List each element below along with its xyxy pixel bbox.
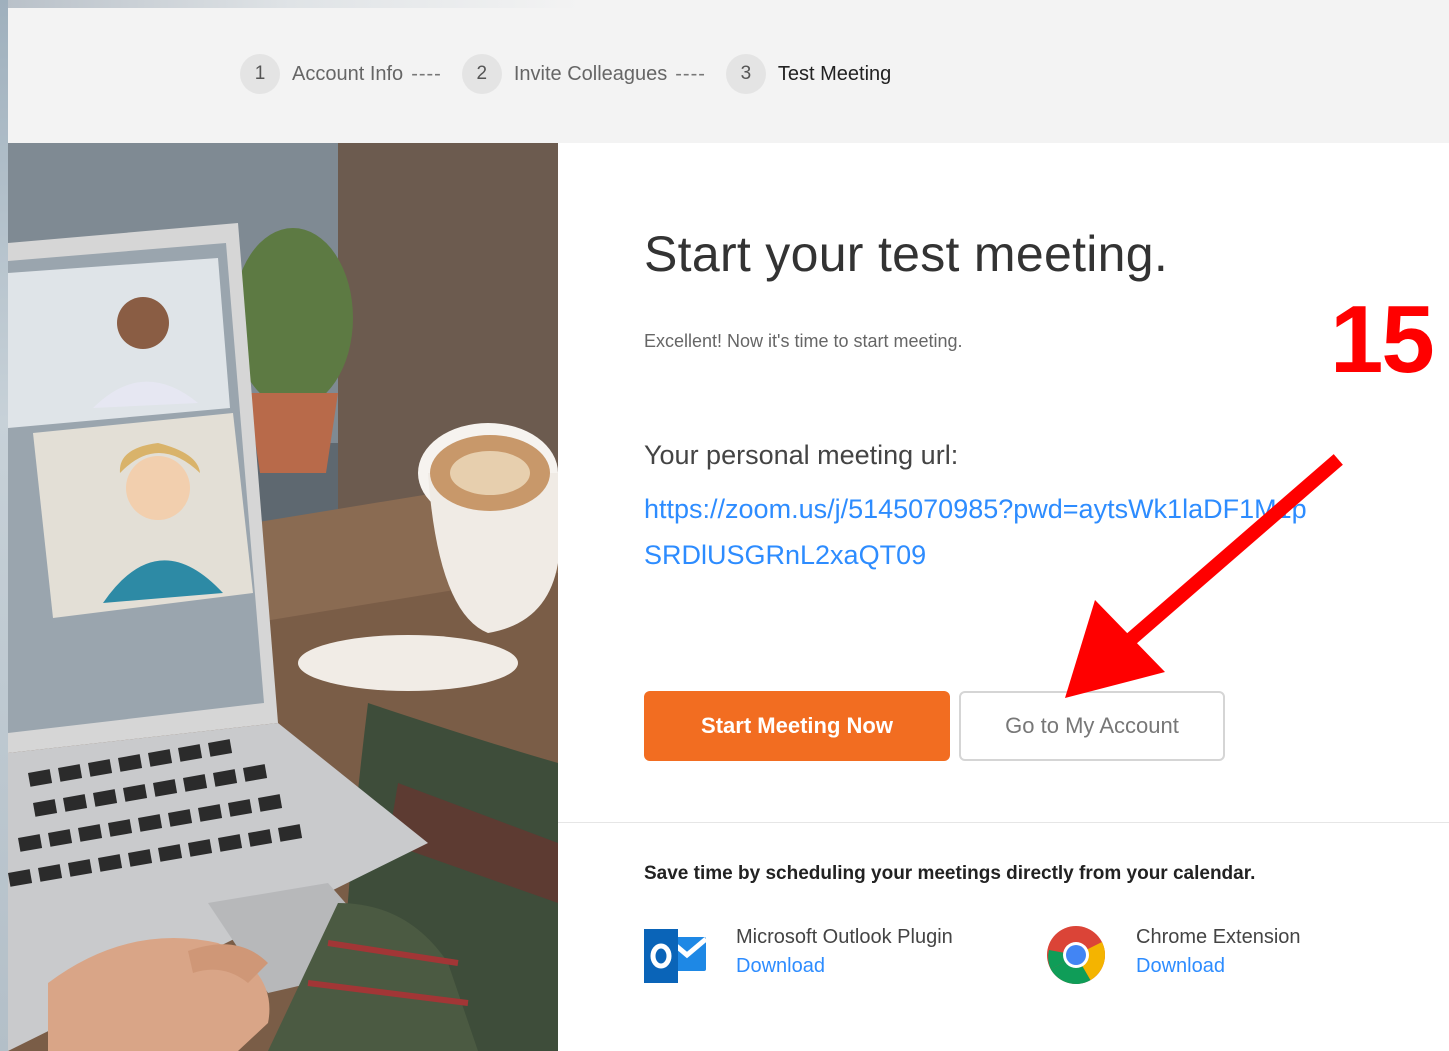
- progress-steps: 1 Account Info ---- 2 Invite Colleagues …: [240, 53, 891, 95]
- step-test-meeting: 3 Test Meeting: [725, 54, 892, 94]
- left-edge: [0, 0, 8, 1051]
- meeting-url-label: Your personal meeting url:: [644, 440, 959, 470]
- step-label: Account Info: [292, 62, 404, 85]
- page-subtitle: Excellent! Now it's time to start meetin…: [644, 331, 963, 351]
- section-divider: [558, 822, 1449, 823]
- step-invite-colleagues: 2 Invite Colleagues ----: [461, 54, 726, 94]
- photo-illustration: [8, 143, 558, 1051]
- go-to-my-account-button[interactable]: Go to My Account: [959, 691, 1225, 761]
- step-number: 3: [725, 54, 766, 94]
- chrome-extension: Chrome Extension Download: [1044, 923, 1301, 987]
- step-separator: ----: [411, 62, 442, 85]
- laptop-video-call-photo: [8, 143, 558, 1051]
- step-number: 1: [240, 54, 280, 94]
- test-meeting-card: Start your test meeting. Excellent! Now …: [558, 143, 1449, 1051]
- step-label: Test Meeting: [777, 62, 892, 85]
- step-label: Invite Colleagues: [513, 62, 668, 85]
- calendar-promo-text: Save time by scheduling your meetings di…: [644, 863, 1256, 884]
- chrome-download-link[interactable]: Download: [1136, 952, 1301, 981]
- top-strip: [0, 0, 1449, 8]
- chrome-icon: [1047, 926, 1106, 984]
- page-title: Start your test meeting.: [644, 226, 1169, 282]
- start-meeting-now-button[interactable]: Start Meeting Now: [644, 691, 950, 761]
- step-account-info: 1 Account Info ----: [240, 54, 462, 94]
- annotation-step-number: 15: [1330, 286, 1435, 393]
- outlook-plugin: Microsoft Outlook Plugin Download: [644, 923, 953, 987]
- outlook-icon: [644, 929, 708, 983]
- step-number: 2: [461, 54, 502, 94]
- plugin-title: Chrome Extension: [1136, 926, 1301, 948]
- plugin-title: Microsoft Outlook Plugin: [736, 926, 953, 948]
- outlook-download-link[interactable]: Download: [736, 952, 953, 981]
- meeting-url-link[interactable]: https://zoom.us/j/5145070985?pwd=aytsWk1…: [644, 486, 1324, 578]
- step-separator: ----: [675, 62, 706, 85]
- page: 1 Account Info ---- 2 Invite Colleagues …: [0, 0, 1449, 1051]
